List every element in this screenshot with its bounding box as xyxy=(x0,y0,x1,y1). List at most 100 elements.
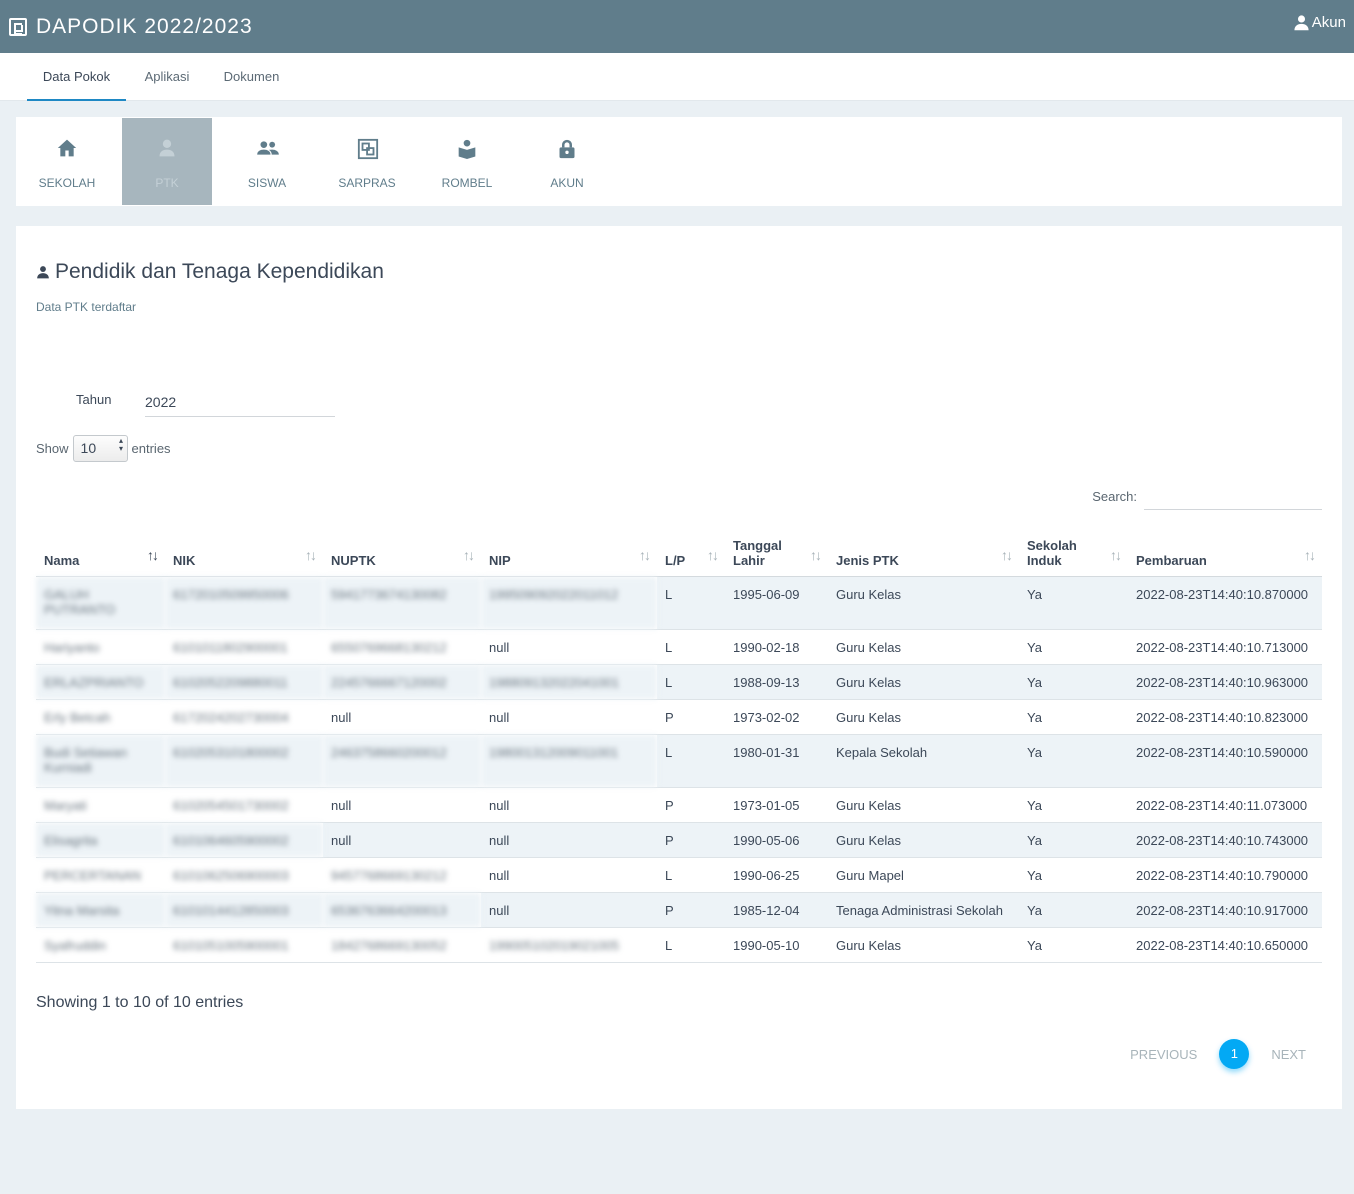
module-sekolah[interactable]: SEKOLAH xyxy=(22,118,112,205)
cell-nip: null xyxy=(481,822,657,858)
sort-icon: ↑↓ xyxy=(1110,546,1122,563)
cell-nama: Erly Betcah xyxy=(36,699,165,735)
cell-lp: L xyxy=(657,857,725,893)
cell-tanggal-lahir: 1990-02-18 xyxy=(725,629,828,665)
cell-nip: null xyxy=(481,699,657,735)
table-row: Erly Betcah 6172024202730004 null null P 1973… xyxy=(36,699,1322,735)
page-length-control: Show 10 entries xyxy=(36,435,171,462)
cell-tanggal-lahir: 1990-05-10 xyxy=(725,927,828,963)
sort-icon: ↑↓ xyxy=(463,546,475,563)
column-header-nik[interactable]: NIK ↑↓ xyxy=(165,526,323,577)
module-akun[interactable]: AKUN xyxy=(522,118,612,205)
cell-jenis-ptk: Guru Kelas xyxy=(828,787,1019,823)
module-label: ROMBEL xyxy=(441,176,493,190)
entries-select[interactable]: 10 xyxy=(72,435,128,462)
search-input[interactable] xyxy=(1144,484,1322,510)
table-info: Showing 1 to 10 of 10 entries xyxy=(36,994,244,1011)
column-header-nama[interactable]: Nama ↑↓ xyxy=(36,526,165,577)
cell-nama: ERLAZPRIANTO xyxy=(36,664,165,700)
cell-jenis-ptk: Guru Kelas xyxy=(828,699,1019,735)
search-control: Search: xyxy=(1092,484,1322,510)
cell-lp: L xyxy=(657,734,725,788)
column-header-sekolah-induk[interactable]: Sekolah Induk ↑↓ xyxy=(1019,526,1128,577)
column-header-nuptk[interactable]: NUPTK ↑↓ xyxy=(323,526,481,577)
cell-sekolah-induk: Ya xyxy=(1019,892,1128,928)
cell-jenis-ptk: Guru Kelas xyxy=(828,664,1019,700)
cell-nama: Hariyanto xyxy=(36,629,165,665)
cell-nik: 6101051005900001 xyxy=(165,927,323,963)
cell-jenis-ptk: Guru Kelas xyxy=(828,927,1019,963)
module-label: SISWA xyxy=(247,176,287,190)
tab-data-pokok[interactable]: Data Pokok xyxy=(27,53,126,101)
table-row: Yitna Marsita 6101014412850003 65367636642… xyxy=(36,892,1322,928)
sort-icon: ↑↓ xyxy=(707,546,719,563)
cell-jenis-ptk: Kepala Sekolah xyxy=(828,734,1019,788)
account-label: Akun xyxy=(1311,14,1346,31)
cell-sekolah-induk: Ya xyxy=(1019,664,1128,700)
cell-pembaruan: 2022-08-23T14:40:10.870000 xyxy=(1128,576,1322,630)
cell-nuptk: 5941773674130082 xyxy=(323,576,481,630)
cell-pembaruan: 2022-08-23T14:40:10.650000 xyxy=(1128,927,1322,963)
column-header-pembaruan[interactable]: Pembaruan ↑↓ xyxy=(1128,526,1322,577)
module-sarpras[interactable]: SARPRAS xyxy=(322,118,412,205)
page-1-button[interactable]: 1 xyxy=(1219,1039,1250,1069)
column-header-nip[interactable]: NIP ↑↓ xyxy=(481,526,657,577)
cell-nip: null xyxy=(481,787,657,823)
cell-nuptk: 2245766667120002 xyxy=(323,664,481,700)
cell-nuptk: 9457768669130212 xyxy=(323,857,481,893)
people-icon xyxy=(257,141,279,155)
account-menu[interactable]: Akun xyxy=(1293,14,1346,31)
year-label: Tahun xyxy=(76,392,112,407)
cell-pembaruan: 2022-08-23T14:40:10.823000 xyxy=(1128,699,1322,735)
cell-nip: null xyxy=(481,857,657,893)
sort-icon: ↑↓ xyxy=(1001,546,1013,563)
table-row: Hariyanto 6101011802900001 655076966813021… xyxy=(36,629,1322,665)
cell-pembaruan: 2022-08-23T14:40:10.963000 xyxy=(1128,664,1322,700)
lock-icon xyxy=(559,139,575,159)
cell-nama: Syafruddin xyxy=(36,927,165,963)
column-header-tanggal-lahir[interactable]: Tanggal Lahir ↑↓ xyxy=(725,526,828,577)
cell-pembaruan: 2022-08-23T14:40:11.073000 xyxy=(1128,787,1322,823)
sort-icon: ↑↓ xyxy=(639,546,651,563)
module-bar: SEKOLAH PTK SISWA SARPRAS ROMBEL AKUN xyxy=(16,117,1342,206)
cell-nip: null xyxy=(481,892,657,928)
cell-sekolah-induk: Ya xyxy=(1019,927,1128,963)
cell-nik: 6101062506900003 xyxy=(165,857,323,893)
cell-tanggal-lahir: 1985-12-04 xyxy=(725,892,828,928)
sort-asc-icon: ↑↓ xyxy=(147,546,159,563)
cell-tanggal-lahir: 1973-02-02 xyxy=(725,699,828,735)
cell-nama: Budi Setiawan Kurniadi xyxy=(36,734,165,788)
module-label: AKUN xyxy=(550,176,584,190)
cell-nik: 6172024202730004 xyxy=(165,699,323,735)
column-header-lp[interactable]: L/P ↑↓ xyxy=(657,526,725,577)
tab-dokumen[interactable]: Dokumen xyxy=(212,53,291,101)
next-button[interactable]: NEXT xyxy=(1271,1047,1306,1062)
cell-nama: Yitna Marsita xyxy=(36,892,165,928)
cell-nama: Maryati xyxy=(36,787,165,823)
cell-lp: P xyxy=(657,699,725,735)
cell-pembaruan: 2022-08-23T14:40:10.590000 xyxy=(1128,734,1322,788)
cell-lp: L xyxy=(657,576,725,630)
sort-icon: ↑↓ xyxy=(810,546,822,563)
cell-sekolah-induk: Ya xyxy=(1019,576,1128,630)
module-ptk[interactable]: PTK xyxy=(122,118,212,205)
module-rombel[interactable]: ROMBEL xyxy=(422,118,512,205)
brand[interactable]: DAPODIK 2022/2023 xyxy=(9,15,253,39)
cell-nik: 6101064605900002 xyxy=(165,822,323,858)
cell-nuptk: 6536763664200013 xyxy=(323,892,481,928)
cell-lp: L xyxy=(657,664,725,700)
ptk-table: Nama ↑↓ NIK ↑↓ NUPTK ↑↓ NIP ↑↓ L/P ↑↓ Tanggal… xyxy=(36,526,1322,963)
column-header-jenis-ptk[interactable]: Jenis PTK ↑↓ xyxy=(828,526,1019,577)
previous-button[interactable]: PREVIOUS xyxy=(1130,1047,1197,1062)
cell-sekolah-induk: Ya xyxy=(1019,857,1128,893)
cell-nuptk: null xyxy=(323,787,481,823)
cell-lp: P xyxy=(657,892,725,928)
cell-nuptk: 1842768669130052 xyxy=(323,927,481,963)
table-row: Budi Setiawan Kurniadi 6102053101800002 24… xyxy=(36,734,1322,788)
cell-nik: 6172010509950006 xyxy=(165,576,323,630)
reader-icon xyxy=(458,139,476,159)
tab-aplikasi[interactable]: Aplikasi xyxy=(134,53,200,101)
year-input[interactable] xyxy=(145,388,335,417)
cell-nuptk: null xyxy=(323,822,481,858)
module-siswa[interactable]: SISWA xyxy=(222,118,312,205)
